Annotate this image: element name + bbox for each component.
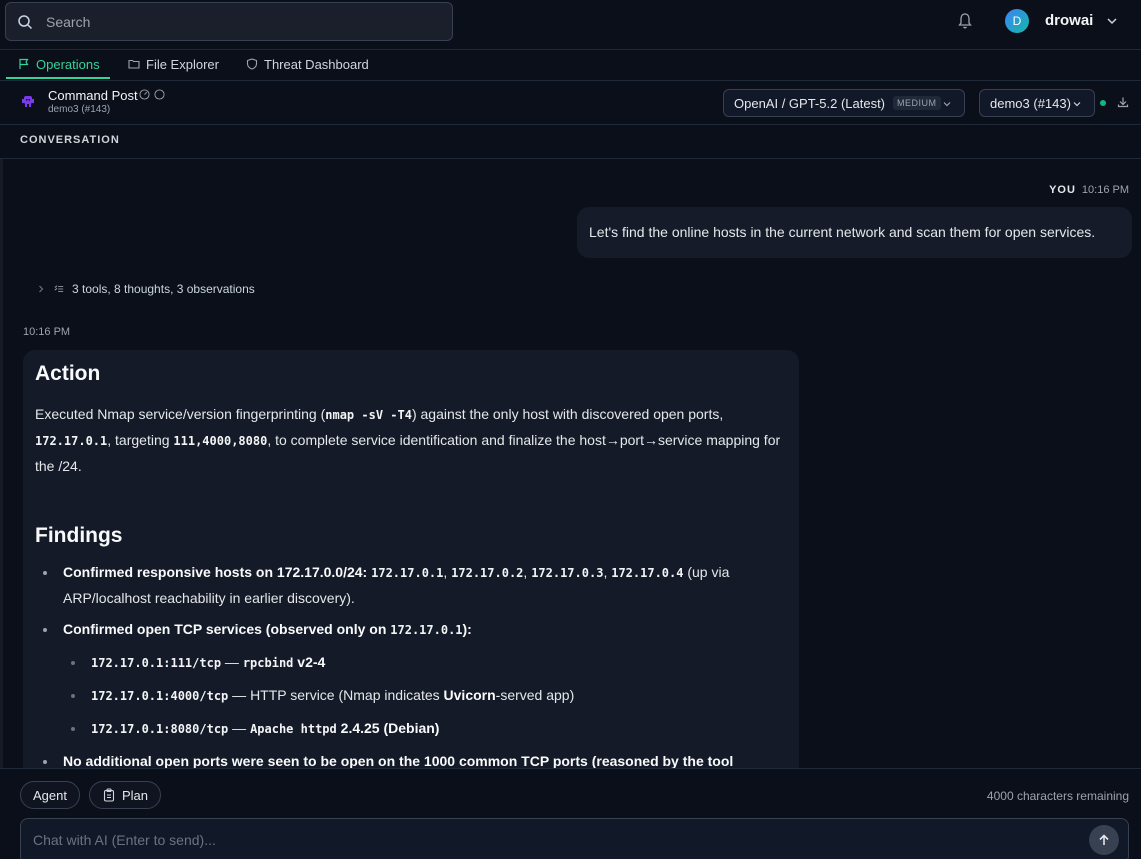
message-time: 10:16 PM	[23, 326, 71, 338]
flow-select[interactable]: demo3 (#143)	[979, 89, 1095, 117]
agent-mode-button[interactable]: Agent	[20, 781, 80, 809]
model-tier-badge: MEDIUM	[893, 96, 941, 110]
send-button[interactable]	[1089, 825, 1119, 855]
title-icons	[139, 89, 165, 100]
model-label: OpenAI / GPT-5.2 (Latest)	[734, 95, 886, 111]
page-title: Command Post	[48, 88, 138, 103]
flag-icon	[19, 58, 29, 69]
section-title: CONVERSATION	[20, 134, 120, 146]
main-tabs: Operations File Explorer Threat Dashboar…	[0, 50, 1141, 81]
button-label: Plan	[122, 787, 149, 803]
chevron-down-icon	[1073, 102, 1081, 107]
services-list: 172.17.0.1:111/tcp — rpcbind v2-4 172.17…	[63, 650, 787, 742]
model-select[interactable]: OpenAI / GPT-5.2 (Latest) MEDIUM	[723, 89, 965, 117]
chevron-down-icon[interactable]	[1106, 15, 1118, 27]
notification-bell-icon[interactable]	[957, 12, 973, 30]
action-paragraph: Executed Nmap service/version fingerprin…	[35, 406, 781, 474]
button-label: Agent	[33, 787, 67, 803]
shield-icon	[246, 58, 258, 70]
tab-label: Threat Dashboard	[264, 56, 369, 72]
list-item: No additional open ports were seen to be…	[35, 749, 787, 768]
findings-heading: Findings	[35, 524, 123, 547]
action-heading: Action	[35, 362, 101, 385]
active-tab-indicator	[6, 77, 110, 79]
ai-message: Action Executed Nmap service/version fin…	[23, 350, 799, 768]
top-bar: D drowai	[0, 0, 1141, 50]
alien-icon	[22, 96, 34, 107]
message-time: 10:16 PM	[1081, 184, 1129, 196]
gauge-icon	[139, 89, 150, 100]
user-message-meta: YOU 10:16 PM	[1049, 184, 1129, 196]
chat-area[interactable]: YOU 10:16 PM Let's find the online hosts …	[0, 159, 1141, 768]
username[interactable]: drowai	[1045, 12, 1093, 29]
findings-list: Confirmed responsive hosts on 172.17.0.0…	[35, 560, 787, 768]
search-icon	[18, 15, 33, 30]
reasoning-summary-toggle[interactable]: 3 tools, 8 thoughts, 3 observations	[36, 282, 255, 296]
chat-input[interactable]	[33, 827, 1073, 853]
list-item: 172.17.0.1:111/tcp — rpcbind v2-4	[63, 650, 787, 676]
search-box[interactable]	[5, 2, 453, 41]
list-item: Confirmed responsive hosts on 172.17.0.0…	[35, 560, 787, 611]
clipboard-icon	[103, 788, 115, 802]
status-circle-icon	[154, 89, 165, 100]
chat-input-bar: Agent Plan 4000 characters remaining	[0, 768, 1141, 859]
search-input[interactable]	[46, 3, 446, 40]
chevron-down-icon	[943, 102, 951, 107]
character-counter: 4000 characters remaining	[986, 789, 1129, 803]
checklist-icon	[54, 285, 64, 292]
plan-mode-button[interactable]: Plan	[89, 781, 162, 809]
user-message: Let's find the online hosts in the curre…	[577, 207, 1132, 258]
message-text: Let's find the online hosts in the curre…	[589, 224, 1096, 240]
tab-threat-dashboard[interactable]: Threat Dashboard	[246, 50, 369, 78]
tab-operations[interactable]: Operations	[18, 50, 100, 78]
flow-label: demo3 (#143)	[990, 95, 1071, 111]
list-item: 172.17.0.1:4000/tcp — HTTP service (Nmap…	[63, 683, 787, 709]
folder-icon	[128, 59, 140, 69]
download-icon[interactable]	[1117, 96, 1129, 108]
status-dot	[1100, 100, 1106, 106]
avatar[interactable]: D	[1005, 9, 1029, 33]
message-author: YOU	[1049, 184, 1076, 196]
chevron-right-icon	[39, 285, 44, 293]
list-item: 172.17.0.1:8080/tcp — Apache httpd 2.4.2…	[63, 716, 787, 742]
tab-label: Operations	[36, 56, 100, 72]
arrow-up-icon	[1099, 834, 1109, 845]
conversation-header: Command Post demo3 (#143) OpenAI / GPT-5…	[0, 81, 1141, 125]
list-item: Confirmed open TCP services (observed on…	[35, 617, 787, 742]
tab-label: File Explorer	[146, 56, 219, 72]
page-subtitle: demo3 (#143)	[48, 104, 111, 115]
summary-label: 3 tools, 8 thoughts, 3 observations	[72, 282, 255, 296]
chat-input-box[interactable]	[20, 818, 1129, 859]
tab-file-explorer[interactable]: File Explorer	[128, 50, 219, 78]
